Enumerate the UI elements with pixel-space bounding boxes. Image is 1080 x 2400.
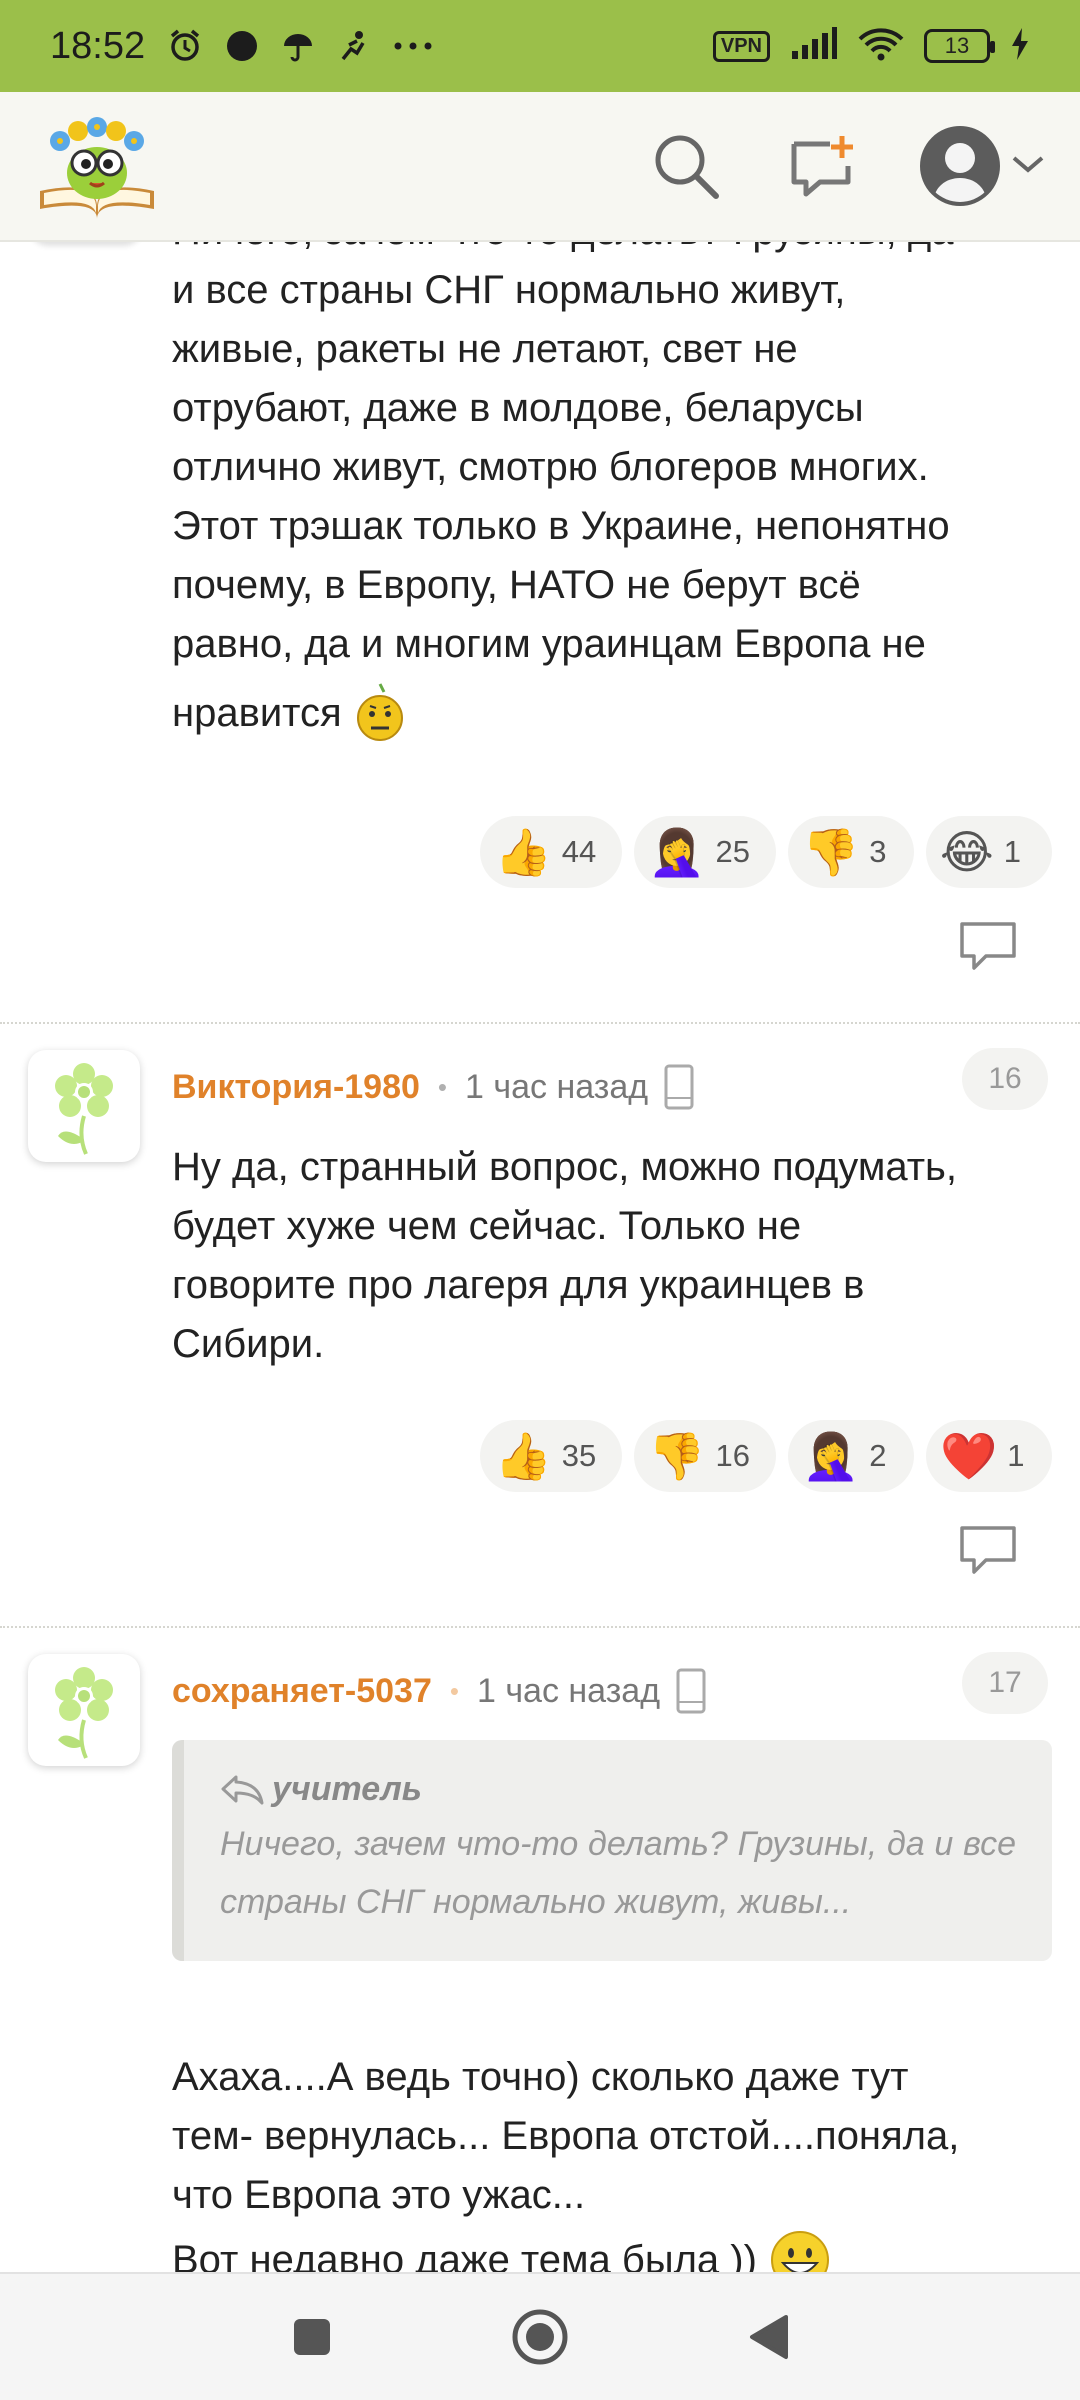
reaction-emoji: ❤️ [940, 1430, 998, 1482]
text-line: Сибири. [172, 1322, 325, 1366]
reaction-dislike[interactable]: 👎 3 [788, 816, 914, 888]
comment: Виктория-1980 • 1 час назад 16 Ну да, ст… [0, 1024, 1080, 1624]
reaction-like[interactable]: 👍 35 [480, 1420, 623, 1492]
chevron-down-icon[interactable] [1010, 152, 1046, 181]
alarm-icon [167, 28, 203, 64]
text-line: отрубают, даже в молдове, беларусы [172, 386, 864, 430]
comment-time: 1 час назад [465, 1067, 649, 1106]
text-line: говорите про лагеря для украинцев в [172, 1263, 865, 1307]
comment-meta: Виктория-1980 • 1 час назад [172, 1064, 694, 1110]
reaction-emoji: 👎 [802, 826, 860, 878]
text-line: и все страны СНГ нормально живут, [172, 268, 846, 312]
profile-icon[interactable] [920, 126, 1000, 206]
text-line: Ахаха....А ведь точно) сколько даже тут [172, 2055, 909, 2099]
reaction-count: 44 [561, 834, 597, 869]
comment-text: Ну да, странный вопрос, можно подумать, … [172, 1138, 1052, 1374]
thinking-smiley-icon [354, 682, 406, 744]
reaction-count: 35 [561, 1438, 597, 1473]
reaction-dislike[interactable]: 👎 16 [634, 1420, 776, 1492]
text-line: равно, да и многим ураинцам Европа не [172, 622, 926, 666]
meta-separator: • [449, 1675, 459, 1706]
comments-feed[interactable]: Ничего, зачем что-то делать? Грузины, да… [0, 242, 1080, 2272]
reaction-laugh[interactable]: 😂 1 [926, 816, 1052, 888]
profile-menu[interactable] [920, 126, 1046, 206]
reactions-bar: 👍 44 🤦‍♀️ 25 👎 3 😂 1 [480, 816, 1052, 888]
text-line: тем- вернулась... Европа отстой....понял… [172, 2114, 960, 2158]
reaction-emoji: 🤦‍♀️ [648, 826, 706, 878]
new-message-icon[interactable] [784, 128, 860, 204]
reaction-count: 3 [869, 834, 887, 869]
reply-icon[interactable] [958, 1524, 1018, 1581]
wifi-icon [858, 27, 904, 66]
text-line: отлично живут, смотрю блогеров многих. [172, 445, 929, 489]
reaction-emoji: 👍 [494, 1430, 552, 1482]
weather-icon [281, 29, 315, 63]
reaction-emoji: 👎 [648, 1430, 706, 1482]
system-nav-bar [0, 2272, 1080, 2400]
reaction-emoji: 😂 [940, 826, 994, 878]
activity-icon [337, 29, 371, 63]
status-time: 18:52 [50, 24, 146, 67]
comment-author[interactable]: Виктория-1980 [172, 1068, 420, 1107]
recents-icon[interactable] [272, 2297, 352, 2377]
home-icon[interactable] [500, 2297, 580, 2377]
comment-text: Ничего, зачем что-то делать? Грузины, да… [172, 242, 1052, 744]
reaction-facepalm[interactable]: 🤦‍♀️ 25 [634, 816, 776, 888]
back-icon[interactable] [728, 2297, 808, 2377]
meta-separator: • [437, 1071, 448, 1102]
comment-text: Ахаха....А ведь точно) сколько даже тут … [172, 2048, 1052, 2272]
dnd-icon [225, 29, 259, 63]
text-line: Вот недавно даже тема была )) [172, 2237, 757, 2273]
mobile-device-icon [664, 1064, 694, 1110]
comment-time: 1 час назад [476, 1671, 661, 1710]
charging-icon [1010, 27, 1030, 66]
grin-smiley-icon [769, 2229, 831, 2272]
reaction-emoji: 👍 [494, 826, 552, 878]
comment-avatar[interactable] [28, 1050, 140, 1162]
comment-author[interactable]: сохраняет-5037 [172, 1672, 432, 1711]
reaction-count: 2 [869, 1438, 887, 1473]
reaction-count: 16 [715, 1438, 750, 1473]
quote-text: Ничего, зачем что-то делать? Грузины, да… [220, 1825, 1016, 1921]
text-line: Ну да, странный вопрос, можно подумать, [172, 1145, 957, 1189]
reaction-heart[interactable]: ❤️ 1 [926, 1420, 1052, 1492]
book-owl-logo[interactable] [34, 111, 160, 221]
reply-arrow-icon [220, 1773, 266, 1807]
reaction-like[interactable]: 👍 44 [480, 816, 623, 888]
comment-number: 17 [962, 1652, 1048, 1714]
reaction-count: 1 [1007, 1438, 1025, 1473]
more-icon [393, 41, 433, 51]
reply-icon[interactable] [958, 920, 1018, 977]
comment-number: 16 [962, 1048, 1048, 1110]
comment-meta: сохраняет-5037 • 1 час назад [172, 1668, 706, 1714]
mobile-device-icon [676, 1668, 706, 1714]
signal-icon [790, 26, 838, 66]
quote-author: учитель [220, 1770, 1016, 1809]
text-line: Этот трэшак только в Украине, непонятно [172, 504, 950, 548]
text-line: будет хуже чем сейчас. Только не [172, 1204, 802, 1248]
search-icon[interactable] [648, 128, 724, 204]
app-header [0, 92, 1080, 242]
battery-indicator: 13 [924, 29, 995, 63]
reaction-count: 1 [1003, 834, 1021, 869]
reaction-emoji: 🤦‍♀️ [802, 1430, 860, 1482]
text-line: что Европа это ужас... [172, 2173, 586, 2217]
status-bar: 18:52 VPN 13 [0, 0, 1080, 92]
text-line: Ничего, зачем что-то делать? Грузины, да [172, 242, 1052, 261]
reaction-count: 25 [715, 834, 750, 869]
text-line: живые, ракеты не летают, свет не [172, 327, 798, 371]
quote-author-name: учитель [272, 1770, 422, 1808]
text-line: нравится [172, 690, 342, 735]
comment: сохраняет-5037 • 1 час назад 17 учитель … [0, 1628, 1080, 2272]
quoted-comment[interactable]: учитель Ничего, зачем что-то делать? Гру… [172, 1740, 1052, 1961]
reaction-facepalm[interactable]: 🤦‍♀️ 2 [788, 1420, 914, 1492]
text-line: почему, в Европу, НАТО не берут всё [172, 563, 861, 607]
comment-avatar[interactable] [28, 1654, 140, 1766]
reactions-bar: 👍 35 👎 16 🤦‍♀️ 2 ❤️ 1 [480, 1420, 1052, 1492]
vpn-badge: VPN [712, 30, 770, 62]
comment: Ничего, зачем что-то делать? Грузины, да… [0, 242, 1080, 970]
